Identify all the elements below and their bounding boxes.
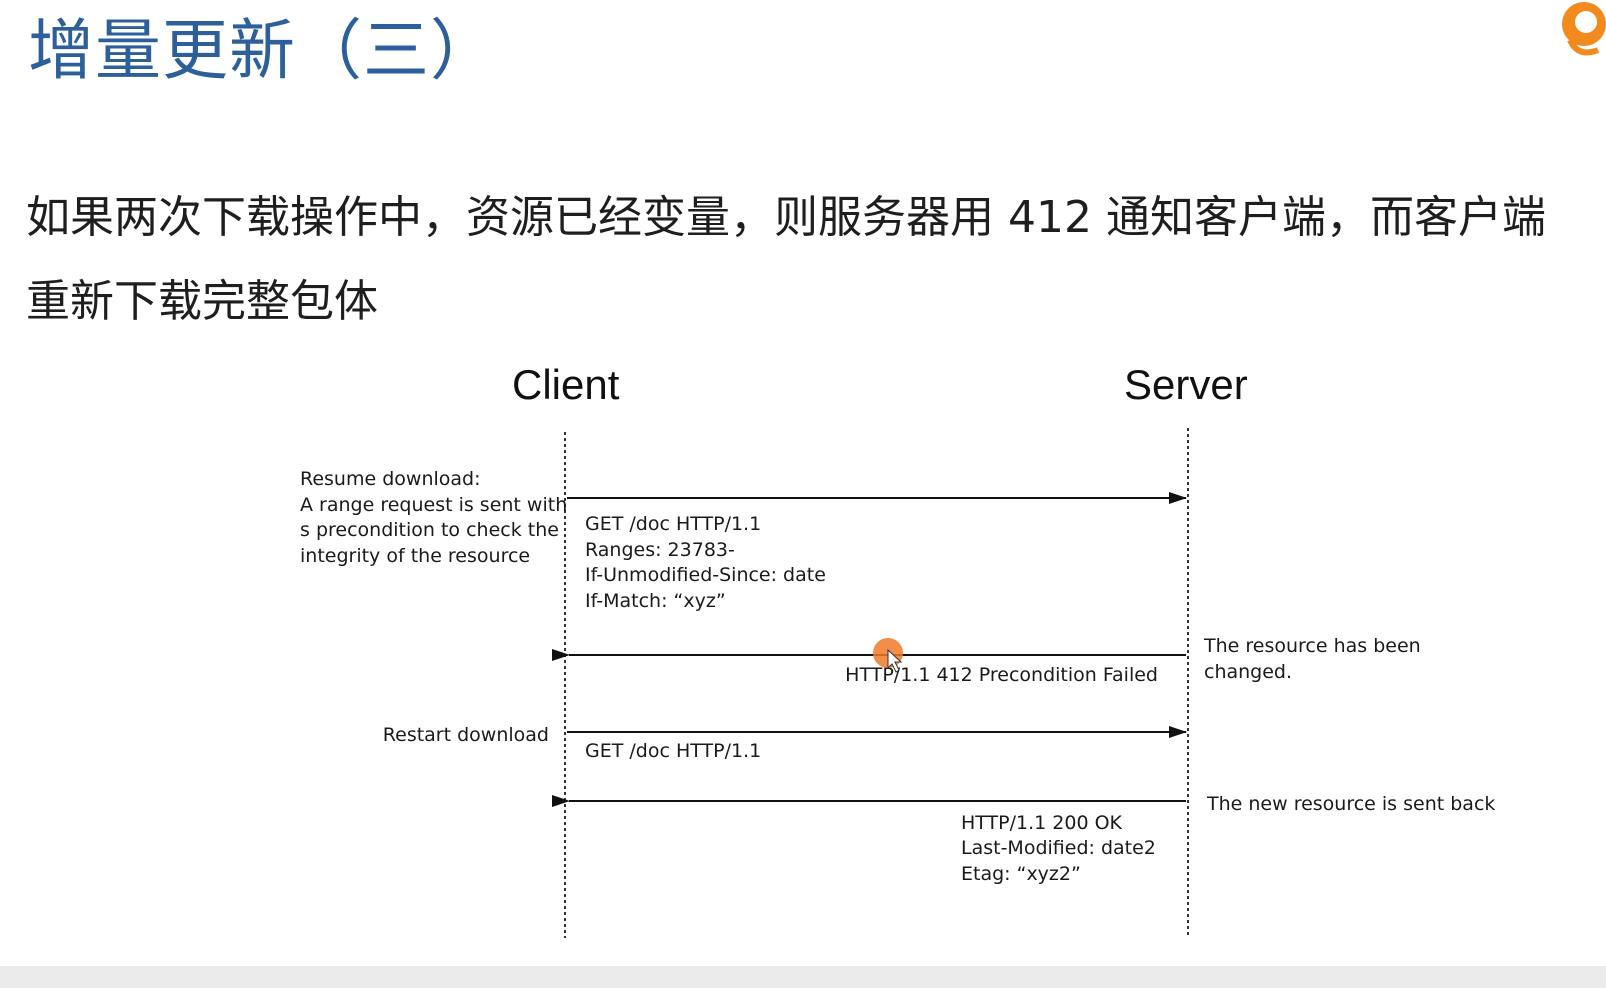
ok-response-line-3: Etag: “xyz2”: [961, 863, 1081, 885]
restart-request-line: GET /doc HTTP/1.1: [585, 740, 761, 762]
request-line-3: If-Unmodified-Since: date: [585, 564, 826, 586]
slide: 增量更新（三） 如果两次下载操作中，资源已经变量，则服务器用 412 通知客户端…: [0, 0, 1606, 988]
resume-note-line-4: integrity of the resource: [300, 545, 530, 567]
resume-note-line-2: A range request is sent with: [300, 494, 567, 516]
request-line-2: Ranges: 23783-: [585, 539, 735, 561]
changed-note-line-1: The resource has been: [1203, 635, 1421, 657]
client-lane-header: Client: [512, 361, 620, 408]
bottom-bar: [0, 966, 1606, 988]
request-line-1: GET /doc HTTP/1.1: [585, 513, 761, 535]
ok-response-line-1: HTTP/1.1 200 OK: [961, 812, 1123, 834]
restart-note: Restart download: [383, 724, 549, 746]
resume-note-line-3: s precondition to check the: [300, 519, 559, 541]
changed-note-line-2: changed.: [1204, 661, 1292, 683]
request-line-4: If-Match: “xyz”: [585, 590, 726, 612]
server-lane-header: Server: [1124, 361, 1248, 408]
new-resource-note: The new resource is sent back: [1206, 793, 1495, 815]
ok-response-line-2: Last-Modified: date2: [961, 837, 1156, 859]
sequence-diagram: Client Server GET /doc HTTP/1.1 Ranges: …: [300, 361, 1495, 938]
resume-note-line-1: Resume download:: [300, 468, 481, 490]
